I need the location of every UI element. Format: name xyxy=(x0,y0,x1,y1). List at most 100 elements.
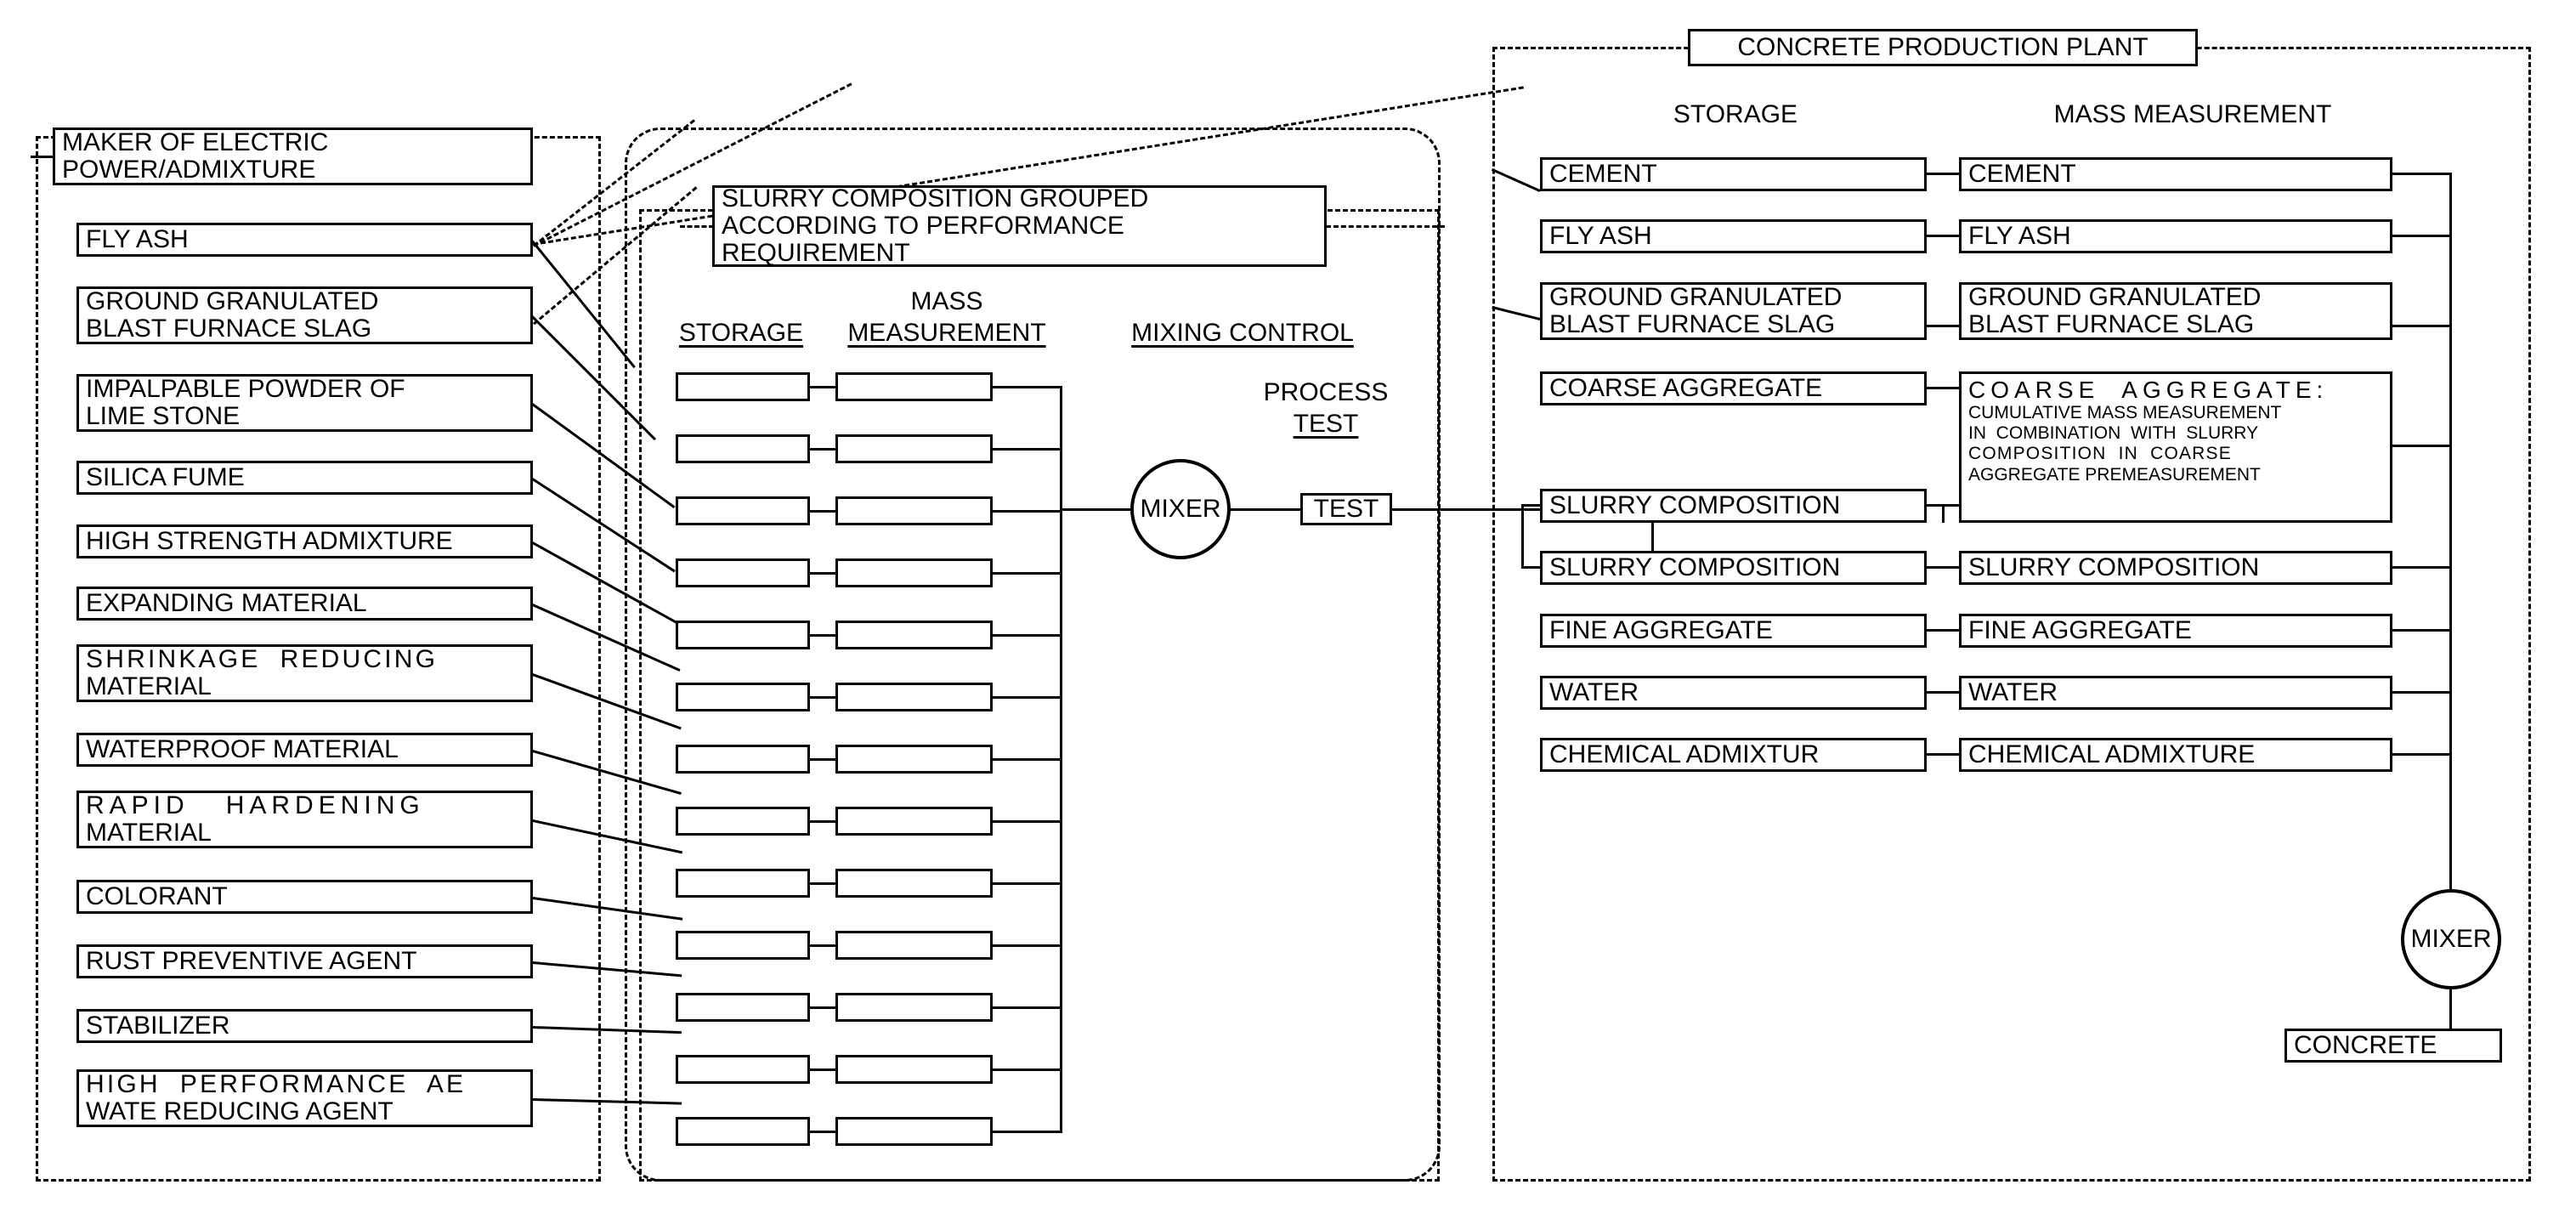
ladder-right-stub xyxy=(993,696,1062,699)
coarse-aggregate-heading: COARSE AGGREGATE: xyxy=(1968,377,2329,403)
right-mass-line-1: CEMENT xyxy=(1968,160,2076,189)
center-storage-cell[interactable] xyxy=(676,993,810,1022)
left-item-line-1: COLORANT xyxy=(86,882,228,911)
right-mass-slurry-composition[interactable]: SLURRY COMPOSITION xyxy=(1959,551,2392,585)
center-storage-cell[interactable] xyxy=(676,745,810,774)
right-storage-cement[interactable]: CEMENT xyxy=(1540,157,1927,191)
concrete-label: CONCRETE xyxy=(2294,1031,2437,1060)
right-mass-fly-ash[interactable]: FLY ASH xyxy=(1959,219,2392,253)
right-mixer-label: MIXER xyxy=(2410,925,2492,953)
right-storage-fly-ash[interactable]: FLY ASH xyxy=(1540,219,1927,253)
ladder-link xyxy=(810,510,835,513)
concrete-production-plant-title: CONCRETE PRODUCTION PLANT xyxy=(1688,29,2198,66)
right-storage-water[interactable]: WATER xyxy=(1540,676,1927,710)
left-item-ground-granulated-blast-furnace-slag[interactable]: GROUND GRANULATED BLAST FURNACE SLAG xyxy=(76,286,533,344)
center-mass-cell[interactable] xyxy=(835,1055,993,1084)
center-mass-cell[interactable] xyxy=(835,931,993,960)
right-mass-measurement-header: MASS MEASUREMENT xyxy=(2053,100,2332,128)
left-item-rust-preventive-agent[interactable]: RUST PREVENTIVE AGENT xyxy=(76,944,533,978)
center-mass-cell[interactable] xyxy=(835,683,993,711)
center-storage-cell[interactable] xyxy=(676,1117,810,1146)
center-mass-cell[interactable] xyxy=(835,993,993,1022)
test-box[interactable]: TEST xyxy=(1300,493,1392,525)
left-item-line-1: WATERPROOF MATERIAL xyxy=(86,735,399,764)
left-item-stabilizer[interactable]: STABILIZER xyxy=(76,1009,533,1043)
ladder-link xyxy=(810,448,835,451)
slurry-note-line-3: REQUIREMENT xyxy=(722,239,910,268)
left-item-fly-ash[interactable]: FLY ASH xyxy=(76,223,533,257)
right-storage-slurry-composition-2[interactable]: SLURRY COMPOSITION xyxy=(1540,551,1927,585)
center-mass-cell[interactable] xyxy=(835,869,993,898)
slurry-note-line-2: ACCORDING TO PERFORMANCE xyxy=(722,211,1124,240)
left-item-impalpable-powder-of-lime-stone[interactable]: IMPALPABLE POWDER OF LIME STONE xyxy=(76,374,533,432)
ladder-link xyxy=(810,386,835,388)
right-mass-coarse-aggregate-detail[interactable]: COARSE AGGREGATE: CUMULATIVE MASS MEASUR… xyxy=(1959,371,2392,523)
ladder-right-stub xyxy=(993,1006,1062,1009)
left-item-shrinkage-reducing-material[interactable]: SHRINKAGE REDUCING MATERIAL xyxy=(76,644,533,702)
right-row-connector xyxy=(1927,235,1961,237)
right-mixer-node[interactable]: MIXER xyxy=(2401,889,2501,989)
center-mass-cell[interactable] xyxy=(835,1117,993,1146)
right-storage-fine-aggregate[interactable]: FINE AGGREGATE xyxy=(1540,614,1927,648)
maker-of-electric-power-admixture-box[interactable]: MAKER OF ELECTRIC POWER/ADMIXTURE xyxy=(53,128,533,185)
center-storage-cell[interactable] xyxy=(676,683,810,711)
center-mass-cell[interactable] xyxy=(835,745,993,774)
left-item-high-strength-admixture[interactable]: HIGH STRENGTH ADMIXTURE xyxy=(76,524,533,558)
right-mass-out-stub xyxy=(2392,629,2452,632)
right-mass-line-1: GROUND GRANULATED xyxy=(1968,283,2262,312)
center-mass-cell[interactable] xyxy=(835,621,993,649)
maker-line-2: POWER/ADMIXTURE xyxy=(62,156,316,184)
right-storage-chemical-admixture[interactable]: CHEMICAL ADMIXTUR xyxy=(1540,738,1927,772)
center-mass-cell[interactable] xyxy=(835,807,993,836)
slurry-note-right-leader xyxy=(1326,225,1445,228)
right-storage-line-1: SLURRY COMPOSITION xyxy=(1549,491,1841,520)
center-mass-cell[interactable] xyxy=(835,558,993,587)
left-item-expanding-material[interactable]: EXPANDING MATERIAL xyxy=(76,587,533,621)
left-item-line-1: HIGH STRENGTH ADMIXTURE xyxy=(86,527,453,556)
right-storage-line-1: GROUND GRANULATED xyxy=(1549,283,1843,312)
right-mass-out-stub xyxy=(2392,566,2452,569)
right-storage-line-1: CHEMICAL ADMIXTUR xyxy=(1549,740,1820,769)
center-storage-cell[interactable] xyxy=(676,434,810,463)
left-item-line-1: GROUND GRANULATED xyxy=(86,287,379,316)
center-mass-measurement-header-line2: MEASUREMENT xyxy=(847,319,1046,347)
left-item-rapid-hardening-material[interactable]: RAPID HARDENING MATERIAL xyxy=(76,791,533,848)
center-storage-cell[interactable] xyxy=(676,558,810,587)
right-mass-chemical-admixture[interactable]: CHEMICAL ADMIXTURE xyxy=(1959,738,2392,772)
right-storage-slurry-composition-1[interactable]: SLURRY COMPOSITION xyxy=(1540,489,1927,523)
left-item-high-performance-ae-wate-reducing-agent[interactable]: HIGH PERFORMANCE AE WATE REDUCING AGENT xyxy=(76,1069,533,1127)
center-mass-cell[interactable] xyxy=(835,496,993,525)
center-mixer-node[interactable]: MIXER xyxy=(1130,459,1231,559)
ladder-right-stub xyxy=(993,634,1062,637)
right-storage-line-1: FLY ASH xyxy=(1549,222,1652,251)
center-storage-cell[interactable] xyxy=(676,807,810,836)
right-mass-out-stub xyxy=(2392,235,2452,237)
ladder-link xyxy=(810,572,835,575)
process-test-label-line1: PROCESS xyxy=(1263,378,1389,406)
center-mass-cell[interactable] xyxy=(835,434,993,463)
ladder-right-stub xyxy=(993,1068,1062,1071)
center-storage-cell[interactable] xyxy=(676,931,810,960)
center-mixing-control-header: MIXING CONTROL xyxy=(1131,319,1354,347)
right-mass-water[interactable]: WATER xyxy=(1959,676,2392,710)
right-storage-ground-granulated-blast-furnace-slag[interactable]: GROUND GRANULATED BLAST FURNACE SLAG xyxy=(1540,282,1927,340)
slurry-composition-note-box[interactable]: SLURRY COMPOSITION GROUPED ACCORDING TO … xyxy=(712,184,1327,268)
center-storage-cell[interactable] xyxy=(676,869,810,898)
slurry-to-coarse-elbow-vertical xyxy=(1942,504,1945,523)
center-storage-cell[interactable] xyxy=(676,1055,810,1084)
concrete-output-box[interactable]: CONCRETE xyxy=(2284,1029,2502,1063)
center-storage-cell[interactable] xyxy=(676,496,810,525)
center-storage-cell[interactable] xyxy=(676,621,810,649)
left-item-silica-fume[interactable]: SILICA FUME xyxy=(76,461,533,495)
left-item-line-1: HIGH PERFORMANCE AE xyxy=(86,1070,467,1099)
right-mass-ground-granulated-blast-furnace-slag[interactable]: GROUND GRANULATED BLAST FURNACE SLAG xyxy=(1959,282,2392,340)
right-mass-cement[interactable]: CEMENT xyxy=(1959,157,2392,191)
right-mass-out-stub xyxy=(2392,173,2452,175)
left-item-colorant[interactable]: COLORANT xyxy=(76,880,533,914)
center-storage-cell[interactable] xyxy=(676,372,810,401)
right-storage-coarse-aggregate[interactable]: COARSE AGGREGATE xyxy=(1540,371,1927,405)
left-item-waterproof-material[interactable]: WATERPROOF MATERIAL xyxy=(76,733,533,767)
center-mass-cell[interactable] xyxy=(835,372,993,401)
right-mass-fine-aggregate[interactable]: FINE AGGREGATE xyxy=(1959,614,2392,648)
right-row-connector xyxy=(1927,325,1961,327)
